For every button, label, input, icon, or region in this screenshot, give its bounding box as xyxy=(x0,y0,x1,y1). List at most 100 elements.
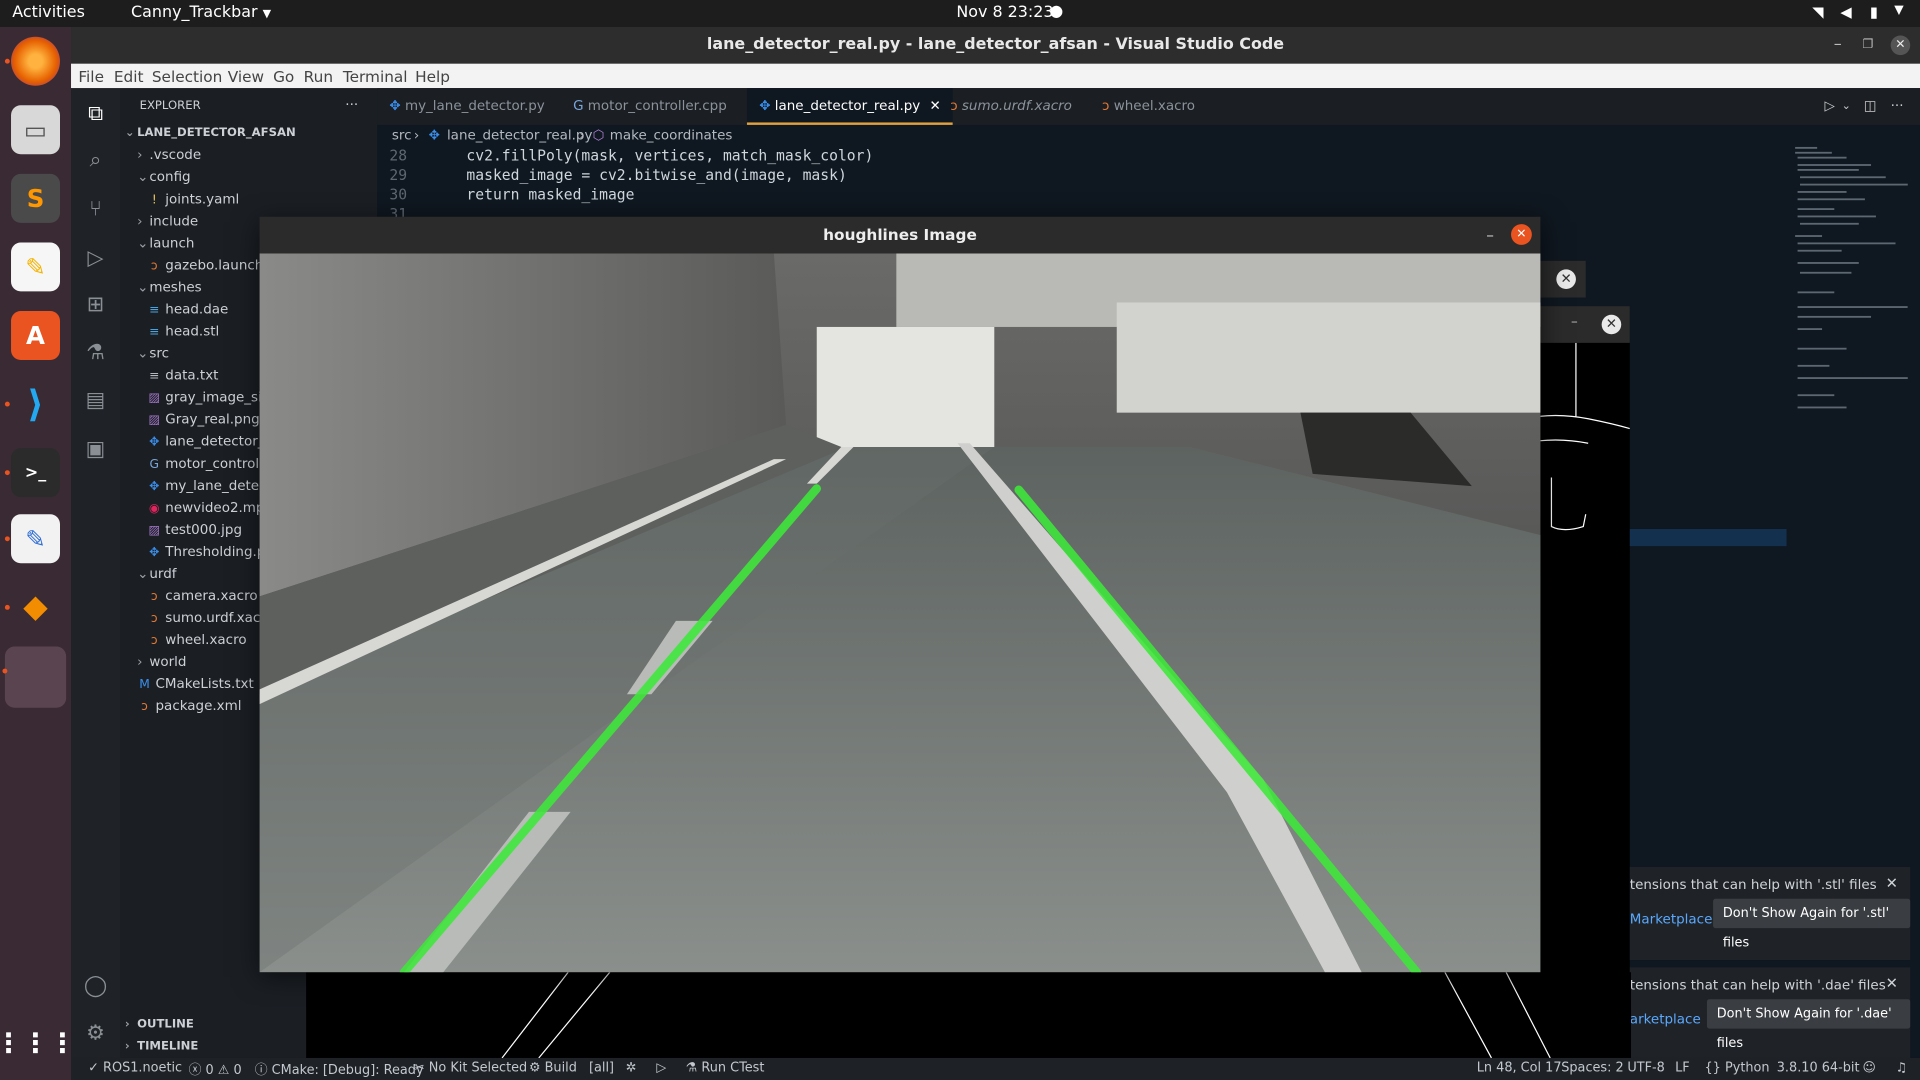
status-eol[interactable]: LF xyxy=(1675,1060,1690,1075)
menu-go[interactable]: Go xyxy=(273,67,294,85)
dont-show-again-button[interactable]: Don't Show Again for '.stl' files xyxy=(1713,898,1911,950)
notification-dae: tensions that can help with '.dae' files… xyxy=(1629,967,1911,1061)
canny-trackbar-window[interactable]: – ✕ xyxy=(1539,306,1630,1080)
text-editor-icon[interactable]: ✎ xyxy=(11,242,61,292)
status-ctest[interactable]: ⚗ Run CTest xyxy=(686,1060,765,1075)
workspace-root[interactable]: ⌄ LANE_DETECTOR_AFSAN xyxy=(125,122,382,144)
image-file-icon: ▨ xyxy=(148,524,161,538)
software-center-icon[interactable]: A xyxy=(11,311,61,361)
status-build[interactable]: ⚙ Build xyxy=(529,1060,577,1075)
activities-button[interactable]: Activities xyxy=(12,4,85,22)
status-problems[interactable]: ⓧ 0 ⚠ 0 xyxy=(189,1060,242,1078)
code-line[interactable]: 28 cv2.fillPoly(mask, vertices, match_ma… xyxy=(389,147,873,164)
status-target[interactable]: [all] xyxy=(589,1060,614,1075)
ros-icon[interactable]: ▤ xyxy=(82,387,109,414)
minimize-icon[interactable]: – xyxy=(1571,313,1578,329)
status-encoding[interactable]: UTF-8 xyxy=(1627,1060,1664,1075)
close-icon[interactable]: ✕ xyxy=(1556,269,1576,289)
menu-help[interactable]: Help xyxy=(415,67,450,85)
status-python-version[interactable]: 3.8.10 64-bit xyxy=(1777,1060,1860,1075)
language-label: Python xyxy=(1724,1060,1770,1076)
code-line[interactable]: 29 masked_image = cv2.bitwise_and(image,… xyxy=(389,167,846,184)
status-kit[interactable]: ✂ No Kit Selected xyxy=(414,1060,527,1075)
vscode-icon[interactable]: ⟩ xyxy=(11,380,60,429)
explorer-item[interactable]: › .vscode xyxy=(137,144,394,166)
tab-lane-detector-real[interactable]: ✥ lane_detector_real.py ✕ xyxy=(746,88,953,125)
status-ros[interactable]: ✓ ROS1.noetic xyxy=(88,1060,182,1075)
sublime-text-icon[interactable]: S xyxy=(11,173,61,223)
close-icon[interactable]: ✕ xyxy=(1890,35,1911,56)
tab-my-lane-detector[interactable]: ✥ my_lane_detector.py xyxy=(389,88,544,125)
more-actions-icon[interactable]: ··· xyxy=(345,94,369,116)
active-app-icon[interactable] xyxy=(4,646,67,708)
terminal-icon[interactable]: >_ xyxy=(11,448,61,498)
explorer-item-label: src xyxy=(149,345,170,362)
minimap[interactable] xyxy=(1790,144,1908,426)
power-menu-icon[interactable]: ▼ xyxy=(1894,4,1903,17)
wifi-icon[interactable]: ◥ xyxy=(1812,4,1823,21)
run-file-icon[interactable]: ▷ xyxy=(1825,88,1835,125)
breadcrumb-symbol[interactable]: make_coordinates xyxy=(610,127,733,143)
run-debug-icon[interactable]: ▷ xyxy=(82,245,109,272)
firefox-icon[interactable] xyxy=(11,36,61,86)
tab-motor-controller[interactable]: G motor_controller.cpp xyxy=(573,88,727,125)
settings-gear-icon[interactable]: ⚙ xyxy=(82,1020,109,1047)
close-icon[interactable]: ✕ xyxy=(1601,314,1622,335)
dont-show-again-button[interactable]: Don't Show Again for '.dae' files xyxy=(1706,999,1911,1051)
extensions-icon[interactable]: ⊞ xyxy=(82,291,109,318)
file-file-icon: ≡ xyxy=(149,325,160,340)
maximize-icon[interactable]: ❐ xyxy=(1863,27,1874,64)
running-indicator xyxy=(2,668,8,674)
breadcrumb-file[interactable]: lane_detector_real.py xyxy=(447,127,593,143)
breadcrumb-src[interactable]: src xyxy=(392,127,412,143)
close-icon[interactable]: ✕ xyxy=(1886,975,1898,992)
show-applications-icon[interactable]: ⋮⋮⋮ xyxy=(0,1019,76,1068)
more-actions-icon[interactable]: ··· xyxy=(1891,88,1904,125)
close-icon[interactable]: ✕ xyxy=(1511,224,1532,245)
bell-icon[interactable]: ♫ xyxy=(1896,1060,1908,1075)
code-line[interactable]: 30 return masked_image xyxy=(389,186,634,203)
clock[interactable]: Nov 8 23:23 xyxy=(956,4,1053,22)
volume-icon[interactable]: ◀ xyxy=(1840,4,1851,21)
status-spaces[interactable]: Spaces: 2 xyxy=(1561,1060,1623,1075)
status-language[interactable]: {} Python xyxy=(1705,1060,1770,1075)
close-tab-icon[interactable]: ✕ xyxy=(929,98,940,114)
xml-file-icon: ↄ xyxy=(150,590,158,604)
menu-view[interactable]: View xyxy=(228,67,264,85)
source-control-icon[interactable]: ⑂ xyxy=(82,196,109,223)
marketplace-link[interactable]: arketplace xyxy=(1630,1011,1701,1027)
status-position[interactable]: Ln 48, Col 17 xyxy=(1477,1060,1562,1075)
search-icon[interactable]: ⌕ xyxy=(82,147,109,174)
account-icon[interactable]: ◯ xyxy=(82,972,109,999)
battery-icon[interactable]: ▮ xyxy=(1870,4,1878,21)
remote-explorer-icon[interactable]: ▣ xyxy=(82,436,109,463)
minimize-icon[interactable]: – xyxy=(1834,27,1842,64)
files-icon[interactable]: ▭ xyxy=(11,105,61,155)
run-icon[interactable]: ▷ xyxy=(656,1060,666,1075)
menu-terminal[interactable]: Terminal xyxy=(343,67,408,85)
close-icon[interactable]: ✕ xyxy=(1886,874,1898,891)
python-file-icon: ✥ xyxy=(149,435,160,450)
chevron-down-icon[interactable]: ⌄ xyxy=(1842,88,1851,125)
menu-run[interactable]: Run xyxy=(304,67,333,85)
menu-file[interactable]: File xyxy=(78,67,104,85)
layers-app-icon[interactable]: ◆ xyxy=(11,583,60,632)
split-editor-icon[interactable]: ◫ xyxy=(1864,88,1877,125)
menu-selection[interactable]: Selection xyxy=(152,67,223,85)
app-menu[interactable]: Canny_Trackbar ▼ xyxy=(131,4,271,22)
testing-icon[interactable]: ⚗ xyxy=(82,339,109,366)
explorer-icon[interactable]: ⧉ xyxy=(82,100,109,127)
feedback-icon[interactable]: ☺ xyxy=(1862,1060,1875,1075)
tab-wheel-xacro[interactable]: ↄ wheel.xacro xyxy=(1102,88,1195,125)
debug-bug-icon[interactable]: ✲ xyxy=(626,1060,637,1075)
explorer-item-label: package.xml xyxy=(155,697,242,714)
explorer-item[interactable]: ! joints.yaml xyxy=(147,189,404,211)
menu-edit[interactable]: Edit xyxy=(114,67,144,85)
marketplace-link[interactable]: Marketplace xyxy=(1630,911,1713,927)
tab-sumo-urdf-xacro[interactable]: ↄ sumo.urdf.xacro xyxy=(950,88,1072,125)
gedit-icon[interactable]: ✎ xyxy=(11,514,61,564)
houghlines-window[interactable]: houghlines Image – ✕ xyxy=(259,216,1541,973)
explorer-item[interactable]: ⌄config xyxy=(137,167,394,189)
status-cmake[interactable]: ⓘ CMake: [Debug]: Ready xyxy=(255,1060,424,1078)
minimize-icon[interactable]: – xyxy=(1486,217,1494,254)
